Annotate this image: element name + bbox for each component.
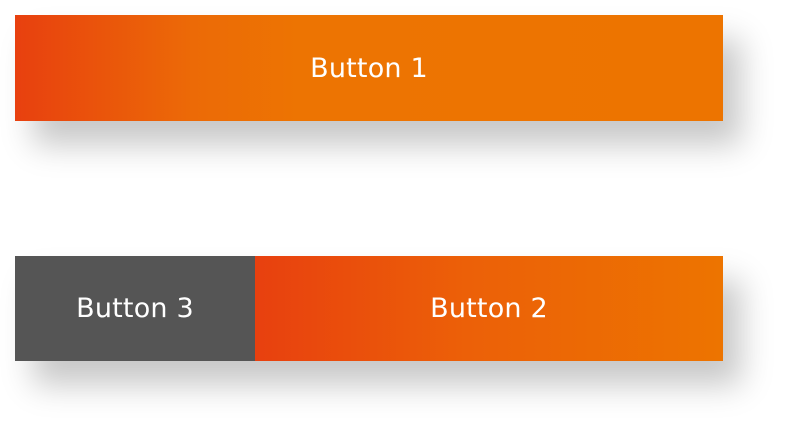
button-3[interactable]: Button 3 [15,256,255,361]
button-2[interactable]: Button 2 [255,256,723,361]
button-3-label: Button 3 [76,293,194,324]
button-1[interactable]: Button 1 [15,15,723,121]
button-2-label: Button 2 [430,293,548,324]
button-1-label: Button 1 [310,52,428,84]
button-group: Button 3 Button 2 [15,256,723,361]
